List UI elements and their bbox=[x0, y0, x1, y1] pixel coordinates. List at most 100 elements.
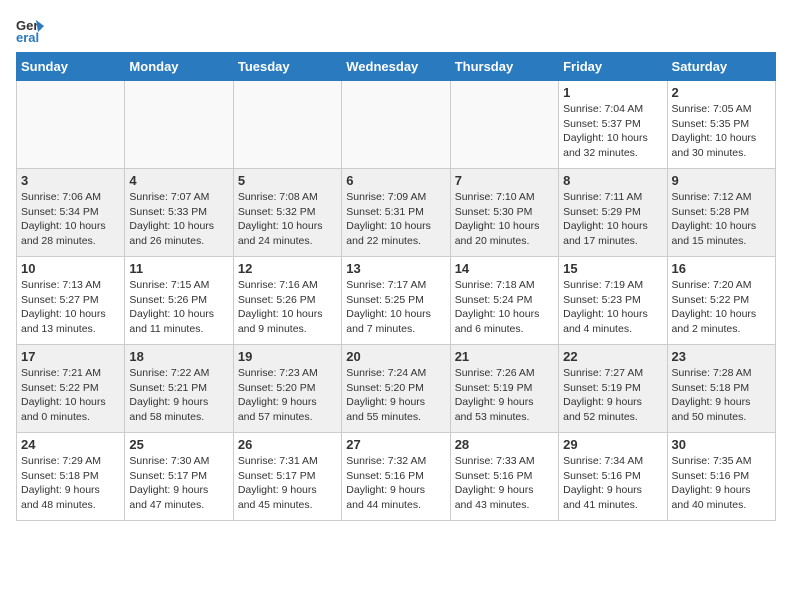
weekday-header-wednesday: Wednesday bbox=[342, 53, 450, 81]
day-number: 26 bbox=[238, 437, 337, 452]
day-number: 7 bbox=[455, 173, 554, 188]
day-info: Sunrise: 7:05 AM Sunset: 5:35 PM Dayligh… bbox=[672, 102, 771, 161]
calendar-cell: 7 Sunrise: 7:10 AM Sunset: 5:30 PM Daylig… bbox=[450, 169, 558, 257]
calendar-cell: 6 Sunrise: 7:09 AM Sunset: 5:31 PM Daylig… bbox=[342, 169, 450, 257]
calendar-cell: 16 Sunrise: 7:20 AM Sunset: 5:22 PM Dayli… bbox=[667, 257, 775, 345]
calendar-cell: 12 Sunrise: 7:16 AM Sunset: 5:26 PM Dayli… bbox=[233, 257, 341, 345]
day-info: Sunrise: 7:30 AM Sunset: 5:17 PM Dayligh… bbox=[129, 454, 228, 513]
svg-text:eral: eral bbox=[16, 30, 39, 44]
calendar-cell bbox=[233, 81, 341, 169]
week-row-5: 24 Sunrise: 7:29 AM Sunset: 5:18 PM Dayli… bbox=[17, 433, 776, 521]
day-number: 24 bbox=[21, 437, 120, 452]
day-number: 11 bbox=[129, 261, 228, 276]
calendar-cell: 24 Sunrise: 7:29 AM Sunset: 5:18 PM Dayli… bbox=[17, 433, 125, 521]
day-number: 5 bbox=[238, 173, 337, 188]
day-number: 1 bbox=[563, 85, 662, 100]
calendar-cell: 9 Sunrise: 7:12 AM Sunset: 5:28 PM Daylig… bbox=[667, 169, 775, 257]
calendar-cell: 27 Sunrise: 7:32 AM Sunset: 5:16 PM Dayli… bbox=[342, 433, 450, 521]
day-number: 3 bbox=[21, 173, 120, 188]
day-info: Sunrise: 7:15 AM Sunset: 5:26 PM Dayligh… bbox=[129, 278, 228, 337]
weekday-header-row: SundayMondayTuesdayWednesdayThursdayFrid… bbox=[17, 53, 776, 81]
weekday-header-sunday: Sunday bbox=[17, 53, 125, 81]
day-info: Sunrise: 7:07 AM Sunset: 5:33 PM Dayligh… bbox=[129, 190, 228, 249]
day-number: 20 bbox=[346, 349, 445, 364]
calendar-cell: 13Sunrise: 7:17 AM Sunset: 5:25 PM Dayli… bbox=[342, 257, 450, 345]
day-info: Sunrise: 7:04 AM Sunset: 5:37 PM Dayligh… bbox=[563, 102, 662, 161]
calendar-cell: 2 Sunrise: 7:05 AM Sunset: 5:35 PM Daylig… bbox=[667, 81, 775, 169]
day-info: Sunrise: 7:32 AM Sunset: 5:16 PM Dayligh… bbox=[346, 454, 445, 513]
calendar-cell: 17 Sunrise: 7:21 AM Sunset: 5:22 PM Dayli… bbox=[17, 345, 125, 433]
day-info: Sunrise: 7:16 AM Sunset: 5:26 PM Dayligh… bbox=[238, 278, 337, 337]
calendar-cell: 15Sunrise: 7:19 AM Sunset: 5:23 PM Dayli… bbox=[559, 257, 667, 345]
calendar-cell: 14Sunrise: 7:18 AM Sunset: 5:24 PM Dayli… bbox=[450, 257, 558, 345]
day-number: 30 bbox=[672, 437, 771, 452]
day-info: Sunrise: 7:10 AM Sunset: 5:30 PM Dayligh… bbox=[455, 190, 554, 249]
day-number: 14 bbox=[455, 261, 554, 276]
day-info: Sunrise: 7:24 AM Sunset: 5:20 PM Dayligh… bbox=[346, 366, 445, 425]
day-info: Sunrise: 7:29 AM Sunset: 5:18 PM Dayligh… bbox=[21, 454, 120, 513]
weekday-header-friday: Friday bbox=[559, 53, 667, 81]
day-number: 16 bbox=[672, 261, 771, 276]
calendar-cell: 26 Sunrise: 7:31 AM Sunset: 5:17 PM Dayli… bbox=[233, 433, 341, 521]
weekday-header-saturday: Saturday bbox=[667, 53, 775, 81]
weekday-header-tuesday: Tuesday bbox=[233, 53, 341, 81]
day-info: Sunrise: 7:33 AM Sunset: 5:16 PM Dayligh… bbox=[455, 454, 554, 513]
day-info: Sunrise: 7:21 AM Sunset: 5:22 PM Dayligh… bbox=[21, 366, 120, 425]
calendar-cell: 21Sunrise: 7:26 AM Sunset: 5:19 PM Dayli… bbox=[450, 345, 558, 433]
day-info: Sunrise: 7:23 AM Sunset: 5:20 PM Dayligh… bbox=[238, 366, 337, 425]
day-number: 12 bbox=[238, 261, 337, 276]
day-info: Sunrise: 7:28 AM Sunset: 5:18 PM Dayligh… bbox=[672, 366, 771, 425]
calendar-cell: 23 Sunrise: 7:28 AM Sunset: 5:18 PM Dayli… bbox=[667, 345, 775, 433]
weekday-header-thursday: Thursday bbox=[450, 53, 558, 81]
day-info: Sunrise: 7:13 AM Sunset: 5:27 PM Dayligh… bbox=[21, 278, 120, 337]
day-info: Sunrise: 7:31 AM Sunset: 5:17 PM Dayligh… bbox=[238, 454, 337, 513]
day-number: 13 bbox=[346, 261, 445, 276]
day-info: Sunrise: 7:22 AM Sunset: 5:21 PM Dayligh… bbox=[129, 366, 228, 425]
calendar-cell: 8Sunrise: 7:11 AM Sunset: 5:29 PM Daylig… bbox=[559, 169, 667, 257]
calendar-cell: 4 Sunrise: 7:07 AM Sunset: 5:33 PM Daylig… bbox=[125, 169, 233, 257]
calendar-cell: 18 Sunrise: 7:22 AM Sunset: 5:21 PM Dayli… bbox=[125, 345, 233, 433]
day-number: 4 bbox=[129, 173, 228, 188]
day-info: Sunrise: 7:20 AM Sunset: 5:22 PM Dayligh… bbox=[672, 278, 771, 337]
day-info: Sunrise: 7:08 AM Sunset: 5:32 PM Dayligh… bbox=[238, 190, 337, 249]
calendar-cell: 19 Sunrise: 7:23 AM Sunset: 5:20 PM Dayli… bbox=[233, 345, 341, 433]
logo-icon: Gen eral bbox=[16, 16, 44, 44]
day-info: Sunrise: 7:34 AM Sunset: 5:16 PM Dayligh… bbox=[563, 454, 662, 513]
calendar-cell bbox=[17, 81, 125, 169]
calendar-cell: 28 Sunrise: 7:33 AM Sunset: 5:16 PM Dayli… bbox=[450, 433, 558, 521]
day-number: 17 bbox=[21, 349, 120, 364]
day-number: 19 bbox=[238, 349, 337, 364]
day-number: 10 bbox=[21, 261, 120, 276]
calendar-cell bbox=[450, 81, 558, 169]
week-row-3: 10 Sunrise: 7:13 AM Sunset: 5:27 PM Dayli… bbox=[17, 257, 776, 345]
calendar-cell: 20 Sunrise: 7:24 AM Sunset: 5:20 PM Dayli… bbox=[342, 345, 450, 433]
calendar-cell: 29 Sunrise: 7:34 AM Sunset: 5:16 PM Dayli… bbox=[559, 433, 667, 521]
day-number: 2 bbox=[672, 85, 771, 100]
day-info: Sunrise: 7:06 AM Sunset: 5:34 PM Dayligh… bbox=[21, 190, 120, 249]
day-info: Sunrise: 7:35 AM Sunset: 5:16 PM Dayligh… bbox=[672, 454, 771, 513]
day-number: 23 bbox=[672, 349, 771, 364]
calendar-cell bbox=[342, 81, 450, 169]
day-info: Sunrise: 7:12 AM Sunset: 5:28 PM Dayligh… bbox=[672, 190, 771, 249]
day-number: 9 bbox=[672, 173, 771, 188]
week-row-4: 17 Sunrise: 7:21 AM Sunset: 5:22 PM Dayli… bbox=[17, 345, 776, 433]
day-number: 27 bbox=[346, 437, 445, 452]
calendar-cell: 25 Sunrise: 7:30 AM Sunset: 5:17 PM Dayli… bbox=[125, 433, 233, 521]
calendar-cell: 1 Sunrise: 7:04 AM Sunset: 5:37 PM Daylig… bbox=[559, 81, 667, 169]
calendar-table: SundayMondayTuesdayWednesdayThursdayFrid… bbox=[16, 52, 776, 521]
day-info: Sunrise: 7:09 AM Sunset: 5:31 PM Dayligh… bbox=[346, 190, 445, 249]
calendar-cell: 30 Sunrise: 7:35 AM Sunset: 5:16 PM Dayli… bbox=[667, 433, 775, 521]
logo: Gen eral bbox=[16, 16, 48, 44]
day-number: 25 bbox=[129, 437, 228, 452]
weekday-header-monday: Monday bbox=[125, 53, 233, 81]
calendar-cell bbox=[125, 81, 233, 169]
day-number: 29 bbox=[563, 437, 662, 452]
calendar-cell: 22Sunrise: 7:27 AM Sunset: 5:19 PM Dayli… bbox=[559, 345, 667, 433]
day-info: Sunrise: 7:26 AM Sunset: 5:19 PM Dayligh… bbox=[455, 366, 554, 425]
day-info: Sunrise: 7:27 AM Sunset: 5:19 PM Dayligh… bbox=[563, 366, 662, 425]
day-number: 6 bbox=[346, 173, 445, 188]
week-row-1: 1 Sunrise: 7:04 AM Sunset: 5:37 PM Daylig… bbox=[17, 81, 776, 169]
calendar-cell: 5 Sunrise: 7:08 AM Sunset: 5:32 PM Daylig… bbox=[233, 169, 341, 257]
day-number: 18 bbox=[129, 349, 228, 364]
day-number: 28 bbox=[455, 437, 554, 452]
